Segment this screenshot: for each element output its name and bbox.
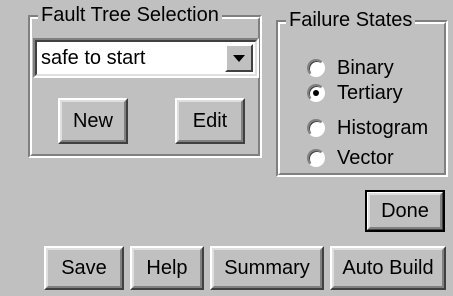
fault-tree-dialog: Fault Tree Selection safe to start New E… [0, 0, 453, 296]
fault-tree-selected-value: safe to start [41, 47, 146, 69]
edit-button[interactable]: Edit [175, 98, 245, 144]
radio-button-binary[interactable] [307, 59, 325, 77]
radio-histogram[interactable]: Histogram [307, 116, 428, 140]
radio-button-vector[interactable] [307, 149, 325, 167]
radio-vector[interactable]: Vector [307, 146, 394, 170]
radio-binary[interactable]: Binary [307, 56, 394, 80]
save-button[interactable]: Save [44, 246, 124, 290]
summary-button[interactable]: Summary [210, 246, 324, 290]
new-button[interactable]: New [58, 98, 128, 144]
radio-tertiary[interactable]: Tertiary [307, 81, 403, 105]
fault-tree-combobox[interactable]: safe to start [33, 38, 259, 78]
done-button[interactable]: Done [365, 190, 445, 232]
fault-tree-selection-legend: Fault Tree Selection [38, 3, 222, 27]
auto-build-button[interactable]: Auto Build [330, 246, 446, 290]
radio-button-tertiary[interactable] [307, 84, 325, 102]
failure-states-legend: Failure States [286, 8, 416, 32]
help-button[interactable]: Help [130, 246, 204, 290]
chevron-down-icon[interactable] [225, 44, 253, 72]
radio-label-vector: Vector [337, 147, 394, 169]
radio-button-histogram[interactable] [307, 119, 325, 137]
radio-label-histogram: Histogram [337, 117, 429, 139]
radio-label-binary: Binary [337, 57, 394, 79]
radio-label-tertiary: Tertiary [337, 82, 403, 104]
